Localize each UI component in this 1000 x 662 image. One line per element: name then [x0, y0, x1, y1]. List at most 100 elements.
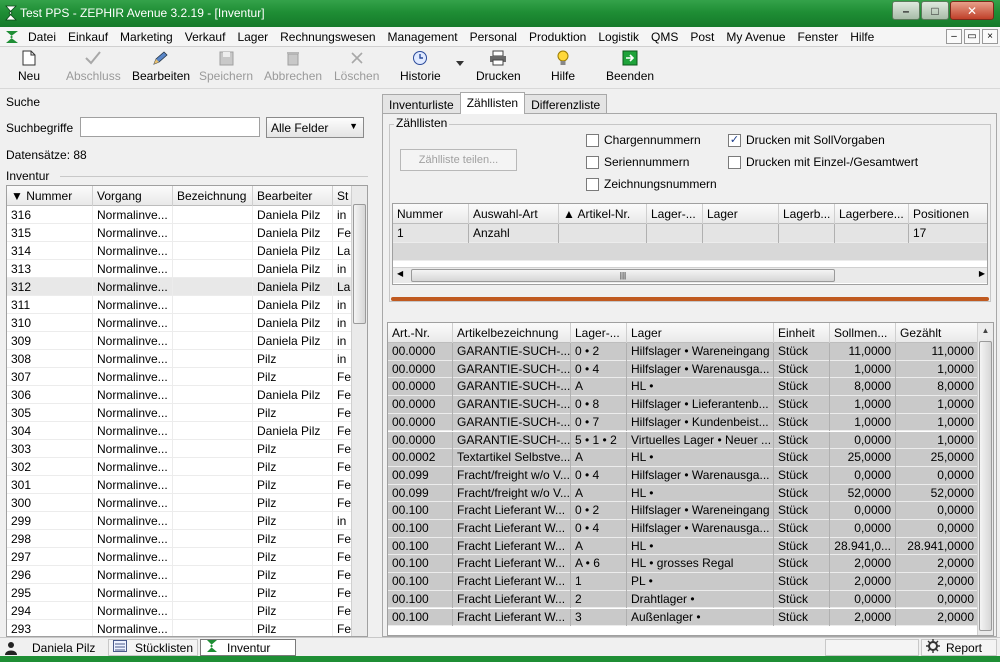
table-row[interactable]: 298 Normalinve... Pilz Fe [7, 530, 353, 548]
panel-splitter[interactable] [391, 297, 989, 301]
count-list-column-header[interactable]: Positionen [909, 204, 987, 224]
table-row[interactable]: 305 Normalinve... Pilz Fe [7, 404, 353, 422]
menu-post[interactable]: Post [684, 27, 720, 47]
table-row[interactable]: 314 Normalinve... Daniela Pilz La [7, 242, 353, 260]
menu-marketing[interactable]: Marketing [114, 27, 179, 47]
scrollbar-thumb[interactable] [979, 341, 992, 631]
edit-button[interactable]: Bearbeiten [132, 49, 190, 87]
positions-column-header[interactable]: Sollmen... [830, 323, 896, 343]
menu-fenster[interactable]: Fenster [792, 27, 845, 47]
print-button[interactable]: Drucken [476, 49, 521, 87]
search-input[interactable] [80, 117, 260, 137]
scroll-right-icon[interactable]: ▶ [979, 269, 985, 278]
list-item[interactable]: 00.0000 GARANTIE-SUCH-... 0 • 8 Hilfslager … [388, 396, 979, 414]
inventur-column-header[interactable]: St [333, 186, 353, 206]
table-row[interactable]: 297 Normalinve... Pilz Fe [7, 548, 353, 566]
menu-qms[interactable]: QMS [645, 27, 684, 47]
list-item[interactable]: 00.100 Fracht Lieferant W... A HL • Stück 28.… [388, 537, 979, 556]
table-row[interactable]: 306 Normalinve... Daniela Pilz Fe [7, 386, 353, 404]
list-item[interactable]: 00.100 Fracht Lieferant W... 2 Drahtlager •… [388, 590, 979, 609]
close-button[interactable]: ✕ [950, 1, 994, 20]
menu-management[interactable]: Management [382, 27, 464, 47]
scroll-up-icon[interactable]: ▲ [978, 323, 993, 339]
print-target-checkbox[interactable]: ✓ Drucken mit SollVorgaben [728, 133, 885, 147]
delete-button[interactable]: Löschen [334, 49, 379, 87]
cancel-button[interactable]: Abbrechen [264, 49, 322, 87]
list-item[interactable]: 00.0000 GARANTIE-SUCH-... 5 • 1 • 2 Virtuel… [388, 431, 979, 450]
count-list-column-header[interactable]: Lagerbere... [835, 204, 909, 224]
list-item[interactable]: 00.100 Fracht Lieferant W... 0 • 4 Hilfslag… [388, 520, 979, 538]
table-row[interactable]: 310 Normalinve... Daniela Pilz in [7, 314, 353, 332]
print-single-total-checkbox[interactable]: Drucken mit Einzel-/Gesamtwert [728, 155, 918, 169]
count-list-hscrollbar[interactable]: ◀ ||| ▶ [393, 267, 987, 283]
tab-zaehllisten[interactable]: Zähllisten [459, 92, 526, 114]
list-item[interactable]: 00.100 Fracht Lieferant W... A • 6 HL • gro… [388, 555, 979, 574]
search-field-select[interactable]: Alle Felder ▼ [266, 117, 364, 138]
menu-personal[interactable]: Personal [464, 27, 523, 47]
mdi-restore-button[interactable]: ▭ [964, 29, 980, 44]
count-list-column-header[interactable]: Lagerb... [779, 204, 835, 224]
new-button[interactable]: Neu [18, 49, 40, 87]
finish-button[interactable]: Abschluss [66, 49, 121, 87]
list-item[interactable]: 00.0000 GARANTIE-SUCH-... 0 • 2 Hilfslager … [388, 343, 979, 361]
help-button[interactable]: Hilfe [551, 49, 575, 87]
inventur-column-header[interactable]: Bearbeiter [253, 186, 333, 206]
table-row[interactable]: 302 Normalinve... Pilz Fe [7, 458, 353, 476]
menu-logistik[interactable]: Logistik [592, 27, 645, 47]
inventur-column-header[interactable]: ▼ Nummer [7, 186, 93, 206]
menu-produktion[interactable]: Produktion [523, 27, 592, 47]
count-list-column-header[interactable]: Nummer [393, 204, 469, 224]
positions-column-header[interactable]: Gezählt [896, 323, 979, 343]
table-row[interactable]: 311 Normalinve... Daniela Pilz in [7, 296, 353, 314]
list-item[interactable]: 00.099 Fracht/freight w/o V... A HL • Stück 5… [388, 484, 979, 503]
table-row[interactable]: 316 Normalinve... Daniela Pilz in [7, 206, 353, 224]
table-row[interactable]: 299 Normalinve... Pilz in [7, 512, 353, 530]
table-row[interactable]: 307 Normalinve... Pilz Fe [7, 368, 353, 386]
window-tab-stuecklisten[interactable]: Stücklisten [108, 639, 198, 656]
scroll-left-icon[interactable]: ◀ [397, 269, 403, 278]
menu-lager[interactable]: Lager [231, 27, 274, 47]
list-item[interactable]: 00.099 Fracht/freight w/o V... 0 • 4 Hilfsl… [388, 466, 979, 485]
count-list-row[interactable]: 1 Anzahl 17 [393, 224, 987, 243]
scrollbar-thumb[interactable] [353, 204, 366, 324]
table-row[interactable]: 308 Normalinve... Pilz in [7, 350, 353, 368]
table-row[interactable]: 315 Normalinve... Daniela Pilz Fe [7, 224, 353, 242]
inventur-table-scrollbar[interactable] [351, 186, 367, 636]
positions-column-header[interactable]: Lager [627, 323, 774, 343]
positions-column-header[interactable]: Artikelbezeichnung [453, 323, 571, 343]
list-item[interactable]: 00.0000 GARANTIE-SUCH-... A HL • Stück 8,0000… [388, 378, 979, 397]
table-row[interactable]: 304 Normalinve... Daniela Pilz Fe [7, 422, 353, 440]
maximize-button[interactable]: □ [921, 1, 949, 20]
list-item[interactable]: 00.100 Fracht Lieferant W... 1 PL • Stück 2,0… [388, 573, 979, 591]
window-tab-inventur[interactable]: Inventur [200, 639, 296, 656]
inventur-column-header[interactable]: Bezeichnung [173, 186, 253, 206]
table-row[interactable]: 303 Normalinve... Pilz Fe [7, 440, 353, 458]
menu-hilfe[interactable]: Hilfe [844, 27, 880, 47]
minimize-button[interactable]: – [892, 1, 920, 20]
table-row[interactable]: 300 Normalinve... Pilz Fe [7, 494, 353, 512]
list-item[interactable]: 00.100 Fracht Lieferant W... 3 Außenlager •… [388, 608, 979, 627]
table-row[interactable]: 294 Normalinve... Pilz Fe [7, 602, 353, 620]
list-item[interactable]: 00.100 Fracht Lieferant W... 0 • 2 Hilfslag… [388, 502, 979, 520]
menu-einkauf[interactable]: Einkauf [62, 27, 114, 47]
list-item[interactable]: 00.0000 GARANTIE-SUCH-... 0 • 4 Hilfslager … [388, 360, 979, 379]
save-button[interactable]: Speichern [199, 49, 253, 87]
list-item[interactable]: 00.0000 GARANTIE-SUCH-... 0 • 7 Hilfslager … [388, 413, 979, 432]
positions-column-header[interactable]: Lager-... [571, 323, 627, 343]
hscroll-thumb[interactable]: ||| [411, 269, 835, 282]
mdi-close-button[interactable]: × [982, 29, 998, 44]
table-row[interactable]: 313 Normalinve... Daniela Pilz in [7, 260, 353, 278]
tab-inventurliste[interactable]: Inventurliste [382, 94, 461, 114]
batch-numbers-checkbox[interactable]: Chargennummern [586, 133, 701, 147]
menu-datei[interactable]: Datei [22, 27, 62, 47]
count-list-column-header[interactable]: Auswahl-Art [469, 204, 559, 224]
exit-button[interactable]: Beenden [606, 49, 654, 87]
positions-scrollbar[interactable]: ▲ [977, 323, 993, 635]
table-row[interactable]: 309 Normalinve... Daniela Pilz in [7, 332, 353, 350]
count-list-column-header[interactable]: Lager-... [647, 204, 703, 224]
drawing-numbers-checkbox[interactable]: Zeichnungsnummern [586, 177, 717, 191]
positions-column-header[interactable]: Art.-Nr. [388, 323, 453, 343]
tab-differenzliste[interactable]: Differenzliste [524, 94, 608, 114]
menu-verkauf[interactable]: Verkauf [179, 27, 232, 47]
report-button[interactable]: Report [921, 639, 997, 656]
